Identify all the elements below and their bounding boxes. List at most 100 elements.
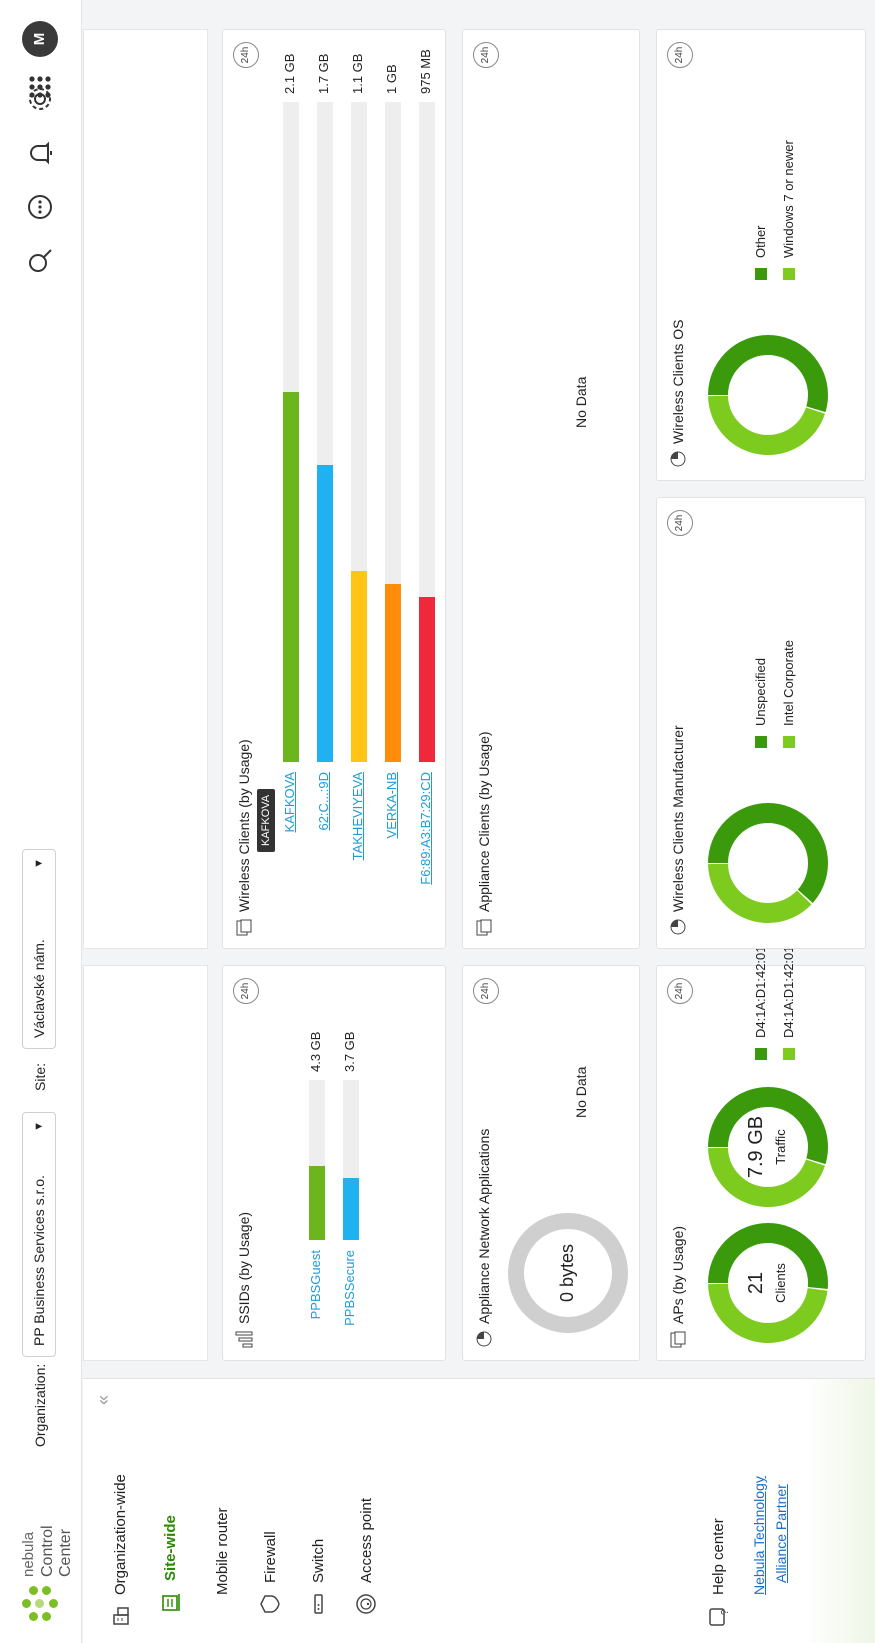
ssids-title: SSIDs (by Usage) (236, 1211, 252, 1324)
collapse-sidebar-icon[interactable]: « (93, 1395, 114, 1405)
manufacturer-title: Wireless Clients Manufacturer (670, 725, 686, 912)
org-label: Organization: (32, 1363, 48, 1447)
dashboard-stage: nebula Control Center Organization: PP B… (0, 0, 875, 1643)
legend-label: Intel Corporate (781, 640, 796, 726)
period-24h-badge: 24h (667, 42, 693, 68)
card-title: Wireless Clients Manufacturer (669, 725, 687, 936)
org-select[interactable]: PP Business Services s.r.o. ▼ (22, 1112, 56, 1357)
period-24h-badge: 24h (667, 510, 693, 536)
bar-label-link[interactable]: TAKHEVIYEVA (350, 772, 365, 860)
bar-label-link[interactable]: KAFKOVA (282, 772, 297, 832)
no-data-text: No Data (573, 376, 589, 428)
bar-label-link[interactable]: PPBSGuest (308, 1250, 323, 1319)
sidebar-item-label: Mobile router (213, 1507, 231, 1595)
bar-label-link[interactable]: 62:C...:9D (316, 772, 331, 831)
bar-track (419, 102, 435, 762)
pie-chart-icon (476, 1331, 492, 1347)
bell-icon[interactable] (24, 137, 56, 169)
org-select-value: PP Business Services s.r.o. (31, 1175, 47, 1346)
nebula-logo[interactable]: nebula Control Center (14, 1481, 74, 1621)
sidebar-item-site-wide[interactable]: Site-wide (155, 1515, 185, 1613)
wireless-clients-title: Wireless Clients (by Usage) (236, 739, 252, 912)
sidebar-item-label: Access point (357, 1497, 375, 1583)
bar-value: 3.7 GB (342, 1031, 357, 1072)
legend-swatch (782, 1048, 795, 1060)
card-wireless-clients: Wireless Clients (by Usage) 24h KAFKOVA 2… (222, 29, 446, 949)
pie-chart-icon (670, 919, 686, 935)
legend-swatch (782, 268, 795, 280)
card-title: APs (by Usage) (669, 1226, 687, 1348)
usage-bar-row: 62:C...:9D 1.7 GB (316, 54, 333, 831)
traffic-donut (708, 1087, 828, 1207)
card-title: Appliance Network Applications (475, 1129, 493, 1348)
os-donut (708, 335, 828, 455)
more-icon[interactable] (24, 191, 56, 223)
no-data-text: No Data (573, 1066, 589, 1118)
building-icon (113, 1607, 129, 1625)
legend-swatch (782, 736, 795, 748)
site-icon (162, 1594, 180, 1611)
clients-icon (476, 919, 492, 936)
period-24h-badge: 24h (473, 978, 499, 1004)
card-top-right (83, 29, 208, 949)
legend-swatch (754, 736, 767, 748)
access-point-icon (356, 1594, 376, 1614)
bar-fill (419, 597, 435, 762)
apps-grid-icon[interactable] (24, 71, 56, 103)
clients-icon (236, 919, 252, 936)
site-select-value: Václavské nám. (31, 939, 47, 1038)
period-24h-badge: 24h (667, 978, 693, 1004)
sidebar-item-organization-wide[interactable]: Organization-wide (105, 1474, 135, 1627)
card-title: SSIDs (by Usage) (235, 1212, 253, 1348)
sidebar-item-access-point[interactable]: Access point (351, 1498, 381, 1615)
search-icon[interactable] (24, 245, 56, 277)
period-24h-badge: 24h (233, 42, 259, 68)
site-select[interactable]: Václavské nám. ▼ (22, 849, 56, 1049)
bar-track (385, 102, 401, 762)
clients-icon (670, 1331, 686, 1348)
help-center-link[interactable]: ? Help center (703, 1518, 733, 1627)
bar-label-link[interactable]: VERKA-NB (384, 772, 399, 838)
bar-value: 2.1 GB (282, 53, 297, 94)
clients-count: 21 (745, 1271, 767, 1295)
svg-text:?: ? (720, 1609, 729, 1615)
usage-bar-row: VERKA-NB 1 GB (384, 64, 401, 838)
bar-track (317, 102, 333, 762)
bar-fill (283, 392, 299, 762)
sidebar-item-label: Site-wide (161, 1515, 179, 1581)
sidebar-item-switch[interactable]: Switch (303, 1539, 333, 1615)
sidebar-item-firewall[interactable]: Firewall (255, 1531, 285, 1615)
sidebar-item-label: Switch (309, 1538, 327, 1583)
sidebar-item-mobile-router[interactable]: Mobile router (207, 1507, 237, 1595)
card-aps: APs (by Usage) 24h 21 Clients 7.9 GB Tra… (656, 853, 866, 1361)
brand-line-1: nebula (20, 1531, 37, 1577)
bar-label-link[interactable]: PPBSSecure (342, 1250, 357, 1326)
usage-bar-row: PPBSSecure 3.7 GB (342, 1032, 359, 1326)
bar-fill (351, 570, 367, 762)
bar-value: 1 GB (384, 64, 399, 94)
sidebar: « Organization-wide Site-wide Mobile rou… (83, 1378, 875, 1643)
legend-swatch (754, 268, 767, 280)
partner-link-line-2[interactable]: Alliance Partner (773, 1484, 789, 1583)
help-center-label: Help center (709, 1518, 727, 1595)
help-icon: ? (709, 1608, 729, 1626)
legend-item: Other (753, 225, 768, 280)
card-title: Wireless Clients (by Usage) (235, 739, 253, 936)
os-title: Wireless Clients OS (670, 319, 686, 444)
legend-label: Unspecified (753, 658, 768, 726)
card-appliance-apps: Appliance Network Applications 24h 0 byt… (462, 965, 640, 1361)
bar-label-link[interactable]: F6:89:A3:B7:29:CD (418, 772, 433, 885)
card-ssids: SSIDs (by Usage) 24h PPBSGuest 4.3 GB PPBS… (222, 965, 446, 1361)
usage-bar-row: F6:89:A3:B7:29:CD 975 MB (418, 49, 435, 885)
aps-title: APs (by Usage) (670, 1225, 686, 1324)
card-title: Appliance Clients (by Usage) (475, 731, 493, 936)
partner-link-line-1[interactable]: Nebula Technology (751, 1476, 767, 1595)
sidebar-decoration (805, 1378, 875, 1643)
clients-label: Clients (773, 1263, 788, 1303)
tooltip: KAFKOVA (257, 788, 275, 852)
avatar[interactable]: M (22, 21, 58, 57)
card-os: Wireless Clients OS 24h Other Windows 7 … (656, 29, 866, 481)
appliance-clients-title: Appliance Clients (by Usage) (476, 731, 492, 912)
traffic-label: Traffic (773, 1129, 788, 1165)
bar-track (351, 102, 367, 762)
